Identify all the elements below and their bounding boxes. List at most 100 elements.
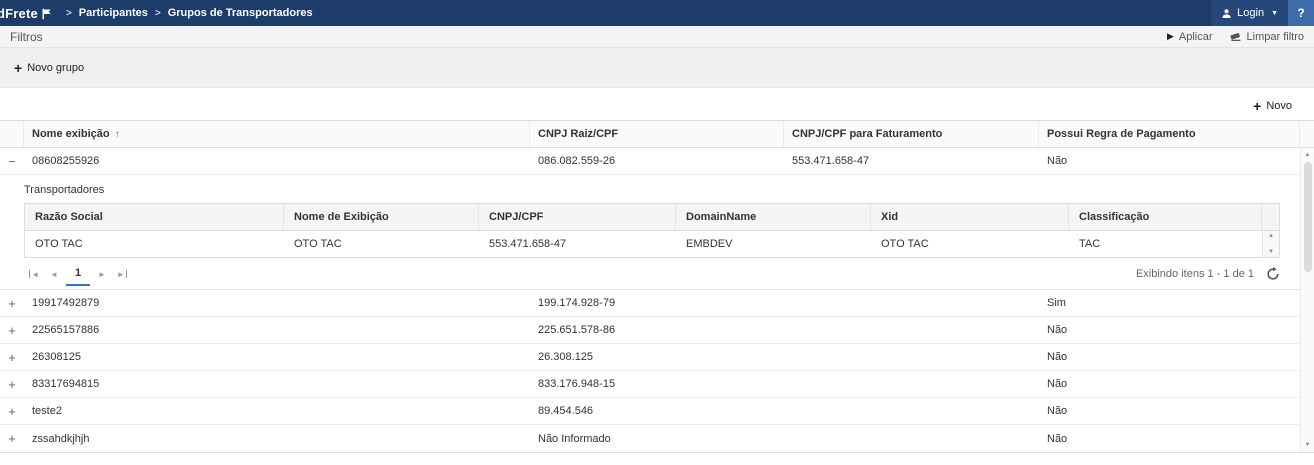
breadcrumb-grupos-transportadores[interactable]: Grupos de Transportadores — [168, 7, 313, 19]
filters-actions: ▶ Aplicar Limpar filtro — [1167, 31, 1304, 43]
cell-nome-exibicao: zssahdkjhjh — [24, 433, 530, 445]
clear-filter-button[interactable]: Limpar filtro — [1229, 31, 1304, 43]
inner-scrollbar[interactable]: ▲ ▼ — [1262, 231, 1279, 257]
transportadores-table-body: OTO TAC OTO TAC 553.471.658-47 EMBDEV OT… — [25, 231, 1279, 257]
breadcrumb-participantes[interactable]: Participantes — [79, 7, 148, 19]
scrollbar-thumb[interactable] — [1304, 162, 1312, 272]
grid-toolbar: + Novo — [0, 92, 1314, 120]
play-icon: ▶ — [1167, 32, 1174, 41]
groups-table: Nome exibição ↑ CNPJ Raiz/CPF CNPJ/CPF p… — [0, 120, 1314, 453]
main-scrollbar[interactable]: ▲ ▼ — [1300, 148, 1314, 452]
groups-table-header: Nome exibição ↑ CNPJ Raiz/CPF CNPJ/CPF p… — [0, 121, 1314, 148]
collapse-row-icon[interactable]: − — [0, 155, 24, 168]
pager-next-button[interactable]: ► — [92, 263, 112, 285]
expand-row-icon[interactable]: + — [0, 405, 24, 418]
transportadores-rows: OTO TAC OTO TAC 553.471.658-47 EMBDEV OT… — [25, 231, 1262, 257]
header-xid[interactable]: Xid — [871, 204, 1069, 230]
groups-table-body: − 08608255926 086.082.559-26 553.471.658… — [0, 148, 1314, 452]
app-logo[interactable]: dFrete — [0, 6, 59, 21]
cell-nome-exibicao: teste2 — [24, 405, 530, 417]
table-row[interactable]: + 26308125 26.308.125 Não — [0, 344, 1300, 371]
cell-possui-regra: Não — [1039, 155, 1300, 167]
pager-last-icon: ► — [117, 270, 125, 279]
sort-asc-icon: ↑ — [115, 129, 120, 140]
expand-row-icon[interactable]: + — [0, 432, 24, 445]
login-button[interactable]: Login ▼ — [1211, 0, 1288, 26]
cell-cnpj-raiz: 89.454.546 — [530, 405, 784, 417]
header-razao-label: Razão Social — [35, 211, 103, 223]
table-row[interactable]: + 22565157886 225.651.578-86 Não — [0, 317, 1300, 344]
plus-icon: + — [1253, 99, 1261, 113]
header-cnpj-cpf[interactable]: CNPJ/CPF — [479, 204, 676, 230]
scroll-down-icon[interactable]: ▼ — [1305, 438, 1311, 452]
cell-nome-exibicao: 83317694815 — [24, 378, 530, 390]
new-button-label: Novo — [1266, 100, 1292, 112]
transportador-row[interactable]: OTO TAC OTO TAC 553.471.658-47 EMBDEV OT… — [25, 231, 1262, 257]
cell-cnpj-raiz: 086.082.559-26 — [530, 155, 784, 167]
cell-possui-regra: Não — [1039, 324, 1300, 336]
table-row[interactable]: + 83317694815 833.176.948-15 Não — [0, 371, 1300, 398]
header-nome-label: Nome exibição — [32, 128, 110, 140]
new-button[interactable]: + Novo — [1247, 98, 1298, 114]
header-nome-de-exibicao[interactable]: Nome de Exibição — [284, 204, 479, 230]
cell-nome-exibicao: 26308125 — [24, 351, 530, 363]
header-cnpjcpf-label: CNPJ/CPF — [489, 211, 543, 223]
table-row[interactable]: + zssahdkjhjh Não Informado Não — [0, 425, 1300, 452]
header-domainname[interactable]: DomainName — [676, 204, 871, 230]
user-icon — [1221, 8, 1232, 19]
bar-icon — [126, 270, 128, 278]
cell-cnpj-raiz: 225.651.578-86 — [530, 324, 784, 336]
header-regra-label: Possui Regra de Pagamento — [1047, 128, 1196, 140]
new-group-button[interactable]: + Novo grupo — [8, 60, 90, 76]
cell-xid: OTO TAC — [871, 238, 1069, 250]
apply-filter-label: Aplicar — [1179, 31, 1213, 43]
expand-row-icon[interactable]: + — [0, 324, 24, 337]
header-nome-exib-label: Nome de Exibição — [294, 211, 389, 223]
table-row[interactable]: − 08608255926 086.082.559-26 553.471.658… — [0, 148, 1300, 175]
app-logo-text: dFrete — [0, 6, 38, 21]
flag-icon — [41, 8, 53, 20]
scroll-up-icon[interactable]: ▲ — [1305, 148, 1311, 162]
detail-title: Transportadores — [24, 184, 1300, 196]
cell-cnpj-raiz: Não Informado — [530, 433, 784, 445]
pager-first-button[interactable]: ◄ — [24, 263, 44, 285]
inner-header-scrollbar-filler — [1262, 204, 1282, 230]
cell-classificacao: TAC — [1069, 238, 1262, 250]
plus-icon: + — [14, 61, 22, 75]
refresh-icon[interactable] — [1266, 267, 1280, 281]
header-possui-regra[interactable]: Possui Regra de Pagamento — [1039, 121, 1300, 147]
table-row[interactable]: + 19917492879 199.174.928-79 Sim — [0, 290, 1300, 317]
cell-cnpj-faturamento: 553.471.658-47 — [784, 155, 1039, 167]
filters-title: Filtros — [10, 30, 43, 44]
header-classificacao[interactable]: Classificação — [1069, 204, 1262, 230]
pager-info: Exibindo itens 1 - 1 de 1 — [1136, 267, 1280, 281]
header-nome-exibicao[interactable]: Nome exibição ↑ — [24, 121, 530, 147]
cell-cnpj-raiz: 26.308.125 — [530, 351, 784, 363]
header-razao-social[interactable]: Razão Social — [25, 204, 284, 230]
scroll-up-icon[interactable]: ▲ — [1268, 231, 1274, 241]
cell-nome-exibicao: 08608255926 — [24, 155, 530, 167]
table-row[interactable]: + teste2 89.454.546 Não — [0, 398, 1300, 425]
pager-prev-button[interactable]: ◄ — [44, 263, 64, 285]
row-detail-panel: Transportadores Razão Social Nome de Exi… — [0, 175, 1300, 290]
apply-filter-button[interactable]: ▶ Aplicar — [1167, 31, 1213, 43]
cell-possui-regra: Não — [1039, 405, 1300, 417]
pager-last-button[interactable]: ► — [112, 263, 132, 285]
header-xid-label: Xid — [881, 211, 898, 223]
login-label: Login — [1237, 7, 1264, 19]
cell-possui-regra: Não — [1039, 378, 1300, 390]
header-cnpj-label: CNPJ Raiz/CPF — [538, 128, 618, 140]
pager-page-1[interactable]: 1 — [66, 262, 90, 286]
header-domain-label: DomainName — [686, 211, 756, 223]
header-fatur-label: CNPJ/CPF para Faturamento — [792, 128, 942, 140]
new-group-label: Novo grupo — [27, 62, 84, 74]
pager-status: Exibindo itens 1 - 1 de 1 — [1136, 268, 1254, 280]
expand-row-icon[interactable]: + — [0, 351, 24, 364]
cell-nome-de-exibicao: OTO TAC — [284, 238, 479, 250]
header-cnpj-faturamento[interactable]: CNPJ/CPF para Faturamento — [784, 121, 1039, 147]
expand-row-icon[interactable]: + — [0, 297, 24, 310]
expand-row-icon[interactable]: + — [0, 378, 24, 391]
scroll-down-icon[interactable]: ▼ — [1268, 247, 1274, 257]
help-button[interactable]: ? — [1288, 0, 1314, 26]
header-cnpj-raiz[interactable]: CNPJ Raiz/CPF — [530, 121, 784, 147]
